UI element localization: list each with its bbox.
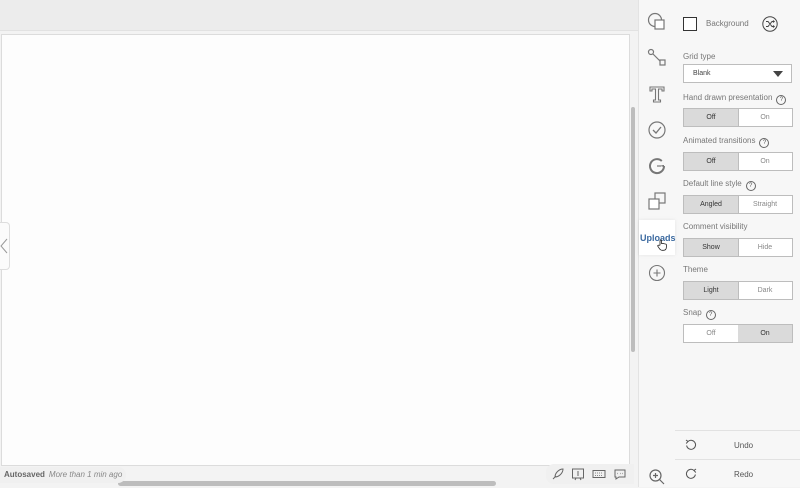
line-style-label: Default line style? xyxy=(683,179,756,191)
undo-icon xyxy=(685,439,697,450)
hand-drawn-label: Hand drawn presentation? xyxy=(683,93,787,105)
arrange-layers-icon[interactable] xyxy=(646,190,668,212)
background-row: Background xyxy=(683,16,795,34)
keyboard-icon[interactable] xyxy=(592,467,606,481)
settings-panel: Background Grid type Blank Hand drawn pr… xyxy=(675,0,800,487)
theme-light-option[interactable]: Light xyxy=(684,282,739,299)
comments-show-option[interactable]: Show xyxy=(684,239,739,256)
add-more-icon[interactable] xyxy=(646,263,668,285)
uploads-tool[interactable]: Uploads xyxy=(639,220,676,255)
help-icon[interactable]: ? xyxy=(745,181,756,191)
hand-cursor-icon xyxy=(657,239,667,251)
comment-icon[interactable] xyxy=(613,467,627,481)
checkmark-circle-icon[interactable] xyxy=(646,119,668,141)
animated-transitions-label: Animated transitions? xyxy=(683,136,770,148)
line-style-straight-option[interactable]: Straight xyxy=(738,196,792,213)
snap-toggle: Off On xyxy=(683,324,793,343)
theme-label-text: Theme xyxy=(683,265,708,274)
undo-button[interactable]: Undo xyxy=(675,430,800,459)
chevron-left-icon xyxy=(0,238,8,254)
undo-label: Undo xyxy=(734,441,754,450)
background-color-swatch[interactable] xyxy=(683,17,697,31)
line-style-label-text: Default line style xyxy=(683,179,742,188)
help-icon[interactable]: ? xyxy=(705,310,716,320)
animated-transitions-label-text: Animated transitions xyxy=(683,136,756,145)
snap-on-option[interactable]: On xyxy=(738,325,792,342)
background-label: Background xyxy=(706,19,749,28)
autosave-status: Autosaved More than 1 min ago xyxy=(0,467,127,483)
canvas-toolbar xyxy=(0,0,638,31)
text-tool-icon[interactable] xyxy=(646,83,668,105)
help-icon[interactable]: ? xyxy=(776,95,787,105)
comment-visibility-toggle: Show Hide xyxy=(683,238,793,257)
theme-toggle: Light Dark xyxy=(683,281,793,300)
comment-visibility-label: Comment visibility xyxy=(683,222,747,231)
chevron-down-icon xyxy=(773,71,783,77)
redo-icon xyxy=(685,468,697,479)
autosave-time: More than 1 min ago xyxy=(48,470,123,479)
theme-dark-option[interactable]: Dark xyxy=(738,282,792,299)
grid-type-select[interactable]: Blank xyxy=(683,64,792,83)
comment-visibility-label-text: Comment visibility xyxy=(683,222,748,231)
snap-off-option[interactable]: Off xyxy=(684,325,739,342)
line-style-toggle: Angled Straight xyxy=(683,195,793,214)
google-icon[interactable] xyxy=(646,155,668,177)
hand-drawn-toggle: Off On xyxy=(683,108,793,127)
presentation-icon[interactable] xyxy=(571,467,585,481)
animated-on-option[interactable]: On xyxy=(738,153,792,170)
grid-type-label-text: Grid type xyxy=(683,52,716,61)
redo-label: Redo xyxy=(734,470,754,479)
theme-label: Theme xyxy=(683,265,708,274)
drawing-canvas[interactable] xyxy=(1,34,630,466)
connector-icon[interactable] xyxy=(646,46,668,68)
autosave-label: Autosaved xyxy=(4,470,45,479)
animated-off-option[interactable]: Off xyxy=(684,153,739,170)
animated-transitions-toggle: Off On xyxy=(683,152,793,171)
line-style-angled-option[interactable]: Angled xyxy=(684,196,739,213)
hand-drawn-off-option[interactable]: Off xyxy=(684,109,739,126)
horizontal-scrollbar[interactable] xyxy=(118,481,496,486)
comments-hide-option[interactable]: Hide xyxy=(738,239,792,256)
canvas-tools xyxy=(546,464,634,484)
rocket-icon[interactable] xyxy=(551,467,565,481)
shapes-icon[interactable] xyxy=(646,11,668,33)
zoom-in-icon[interactable] xyxy=(646,466,668,488)
hand-drawn-on-option[interactable]: On xyxy=(738,109,792,126)
snap-label-text: Snap xyxy=(683,308,702,317)
help-icon[interactable]: ? xyxy=(759,138,770,148)
collapse-left-panel-tab[interactable] xyxy=(0,222,10,270)
grid-type-value: Blank xyxy=(693,70,711,77)
redo-button[interactable]: Redo xyxy=(675,459,800,488)
grid-type-label: Grid type xyxy=(683,52,715,61)
snap-label: Snap? xyxy=(683,308,716,320)
shuffle-icon[interactable] xyxy=(762,16,778,32)
vertical-scrollbar[interactable] xyxy=(631,107,635,352)
hand-drawn-label-text: Hand drawn presentation xyxy=(683,93,773,102)
